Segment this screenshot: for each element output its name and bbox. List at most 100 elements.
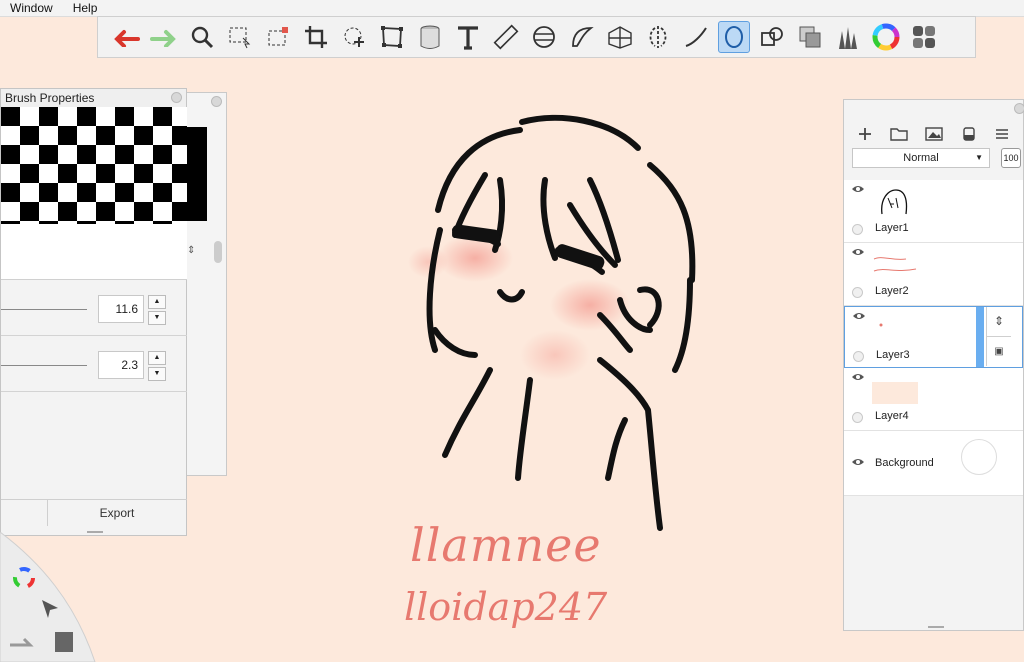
layer-thumbnail [879,323,883,327]
signature-line1: llamnee [410,518,602,572]
layer-radio[interactable] [852,287,863,298]
size-stepper[interactable]: ▲ ▼ [148,295,166,325]
size-slider-row: 11.6 ▲ ▼ [1,281,187,336]
ellipse-guide-button[interactable] [528,21,560,53]
opacity-slider[interactable] [1,365,87,366]
layers-icon[interactable] [55,632,73,652]
layer-name: Layer1 [875,222,909,234]
eye-icon[interactable] [852,311,866,321]
fill-button[interactable] [414,21,446,53]
color-wheel-button[interactable] [870,21,902,53]
add-layer-icon[interactable] [857,126,873,142]
eye-icon[interactable] [851,184,865,194]
close-icon[interactable] [211,96,222,107]
sort-icon[interactable]: ⇕ [187,245,195,256]
distort-button[interactable] [376,21,408,53]
symmetry-button[interactable] [642,21,674,53]
resize-grip[interactable] [928,626,944,628]
curve-guide-button[interactable] [566,21,598,53]
chevron-up-icon[interactable]: ▲ [148,295,166,309]
eye-icon[interactable] [851,372,865,382]
redo-icon [150,30,176,47]
zoom-icon [191,26,214,49]
layer-name: Background [875,457,934,469]
crop-button[interactable] [300,21,332,53]
undo-icon [114,30,140,47]
close-icon[interactable] [1014,103,1024,114]
perspective-icon [608,26,632,49]
layer-thumbnail [873,257,917,272]
chevron-down-icon: ▼ [975,153,983,162]
stroke-button[interactable] [680,21,712,53]
menu-icon[interactable] [994,126,1010,142]
layer-opacity-bar[interactable] [976,307,984,367]
opacity-stepper[interactable]: ▲ ▼ [148,351,166,381]
size-field[interactable]: 11.6 [98,295,144,323]
zoom-button[interactable] [186,21,218,53]
layer-row[interactable]: Layer4 [844,368,1023,431]
background-layer-row[interactable]: Background [844,431,1023,496]
blend-mode-select[interactable]: Normal ▼ [852,148,990,168]
layer-row[interactable]: Layer1 [844,180,1023,243]
menu-help[interactable]: Help [63,1,108,15]
chevron-up-icon[interactable]: ▲ [148,351,166,365]
layer-radio[interactable] [852,412,863,423]
layer-row[interactable]: Layer2 [844,243,1023,306]
copic-icon [913,26,935,48]
export-bar: Export [1,499,187,526]
menu-window[interactable]: Window [0,1,63,15]
move-layer-icon[interactable]: ⇕ [986,307,1011,337]
brush-library-window: ⇕ [186,92,227,476]
layer-radio[interactable] [853,351,864,362]
layer-thumbnail [872,382,918,404]
layer-name: Layer4 [875,410,909,422]
eraser-icon[interactable] [961,126,977,142]
panel-title-text: Brush Properties [5,91,95,105]
eye-icon[interactable] [851,457,865,467]
layer-row-selected[interactable]: Layer3 ⇕ ▣ [844,306,1023,368]
layers-button[interactable] [794,21,826,53]
layer-name: Layer3 [876,349,910,361]
opacity-field[interactable]: 2.3 [98,351,144,379]
lasso-button[interactable] [718,21,750,53]
panel-title: Brush Properties [1,89,186,108]
transform-icon [344,27,364,47]
ruler-button[interactable] [490,21,522,53]
text-button[interactable] [452,21,484,53]
size-slider[interactable] [1,309,87,310]
scrollbar[interactable] [214,241,222,263]
close-icon[interactable] [171,92,182,103]
distort-icon [381,26,403,48]
shapes-button[interactable] [756,21,788,53]
export-button[interactable]: Export [47,500,187,526]
opacity-slider-row: 2.3 ▲ ▼ [1,337,187,392]
text-icon [458,26,478,50]
checker-texture [1,107,187,224]
blend-mode-value: Normal [903,152,939,164]
background-color-swatch[interactable] [961,439,997,475]
image-layer-icon[interactable] [925,126,944,142]
color-wheel-icon [872,23,900,51]
chevron-down-icon[interactable]: ▼ [148,367,166,381]
layer-side-buttons: ⇕ ▣ [976,307,1024,367]
transform-button[interactable] [338,21,370,53]
lock-icon[interactable]: ▣ [986,337,1011,366]
opacity-button[interactable]: 100 [1001,148,1021,168]
folder-icon[interactable] [890,126,908,142]
layers-icon [799,26,821,48]
magic-select-icon [268,27,288,46]
ellipse-guide-icon [533,26,555,48]
selection-button[interactable] [224,21,256,53]
brush-library-button[interactable] [832,21,864,53]
layer-list: Layer1 Layer2 Layer3 ⇕ ▣ Layer4 Backgrou… [844,180,1023,496]
signature-line2: lloidap247 [404,585,608,629]
chevron-down-icon[interactable]: ▼ [148,311,166,325]
shapes-icon [761,27,783,46]
redo-button[interactable] [148,21,180,53]
perspective-button[interactable] [604,21,636,53]
undo-button[interactable] [110,21,142,53]
eye-icon[interactable] [851,247,865,257]
magic-select-button[interactable] [262,21,294,53]
copic-button[interactable] [908,21,940,53]
layer-radio[interactable] [852,224,863,235]
